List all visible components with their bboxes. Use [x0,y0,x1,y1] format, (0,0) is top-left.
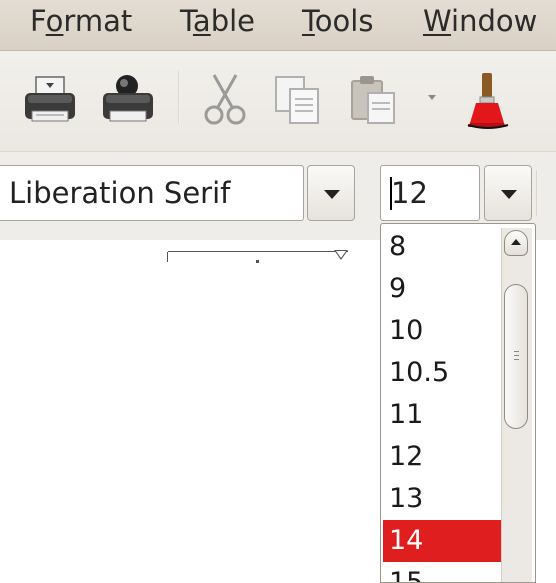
indent-marker-inner [336,251,346,258]
clone-formatting-icon[interactable] [462,71,512,131]
cut-icon[interactable] [200,73,250,127]
menu-table-label-a: T [180,4,193,38]
menu-tools-mnemonic: T [302,4,315,38]
scroll-up-button[interactable] [504,230,528,256]
menu-table-label-b: ble [210,4,256,38]
print-direct-icon[interactable] [22,75,78,125]
print-preview-icon[interactable] [100,73,156,125]
ruler [167,250,348,263]
menu-bar: Format Table Tools Window [0,0,556,51]
font-size-input[interactable]: 12 [380,165,480,221]
grip-line [514,355,519,356]
list-item[interactable]: 13 [383,478,501,520]
menu-format[interactable]: Format [30,4,132,38]
chevron-down-icon [324,190,340,199]
list-item[interactable]: 11 [383,394,501,436]
chevron-down-icon [501,190,517,199]
menu-window[interactable]: Window [423,4,537,38]
list-item[interactable]: 9 [383,268,501,310]
ruler-tick [256,260,259,263]
font-size-dropdown-button[interactable] [484,165,532,221]
font-name-dropdown-button[interactable] [307,165,355,221]
toolbar-separator [536,170,538,216]
font-size-list: 8 9 10 10.5 11 12 13 14 15 [380,223,536,583]
paste-icon[interactable] [348,73,400,127]
scrollbar[interactable] [501,228,532,582]
list-item[interactable]: 8 [383,226,501,268]
menu-format-mnemonic: o [45,4,64,38]
font-name-value: Liberation Serif [9,176,231,210]
menu-tools[interactable]: Tools [302,4,373,38]
font-name-input[interactable]: Liberation Serif [0,165,304,221]
menu-tools-label-b: ools [314,4,374,38]
menu-window-mnemonic: W [423,4,452,38]
list-item[interactable]: 12 [383,436,501,478]
scrollbar-thumb[interactable] [504,284,528,429]
menu-format-label-a: F [30,4,46,38]
grip-line [514,359,519,360]
menu-format-label-b: rmat [63,4,133,38]
copy-icon[interactable] [272,73,324,127]
list-item[interactable]: 10.5 [383,352,501,394]
chevron-up-icon [511,239,521,245]
font-size-value: 12 [391,176,428,210]
menu-window-label-b: indow [451,4,538,38]
list-item[interactable]: 15 [383,562,501,582]
standard-toolbar [0,51,556,152]
grip-line [514,351,519,352]
paste-options-icon[interactable] [426,93,438,103]
menu-table[interactable]: Table [180,4,255,38]
menu-table-mnemonic: a [192,4,211,38]
ruler-tick [167,252,168,262]
list-item[interactable]: 10 [383,310,501,352]
toolbar-separator [178,71,180,123]
list-item-selected[interactable]: 14 [383,520,501,562]
